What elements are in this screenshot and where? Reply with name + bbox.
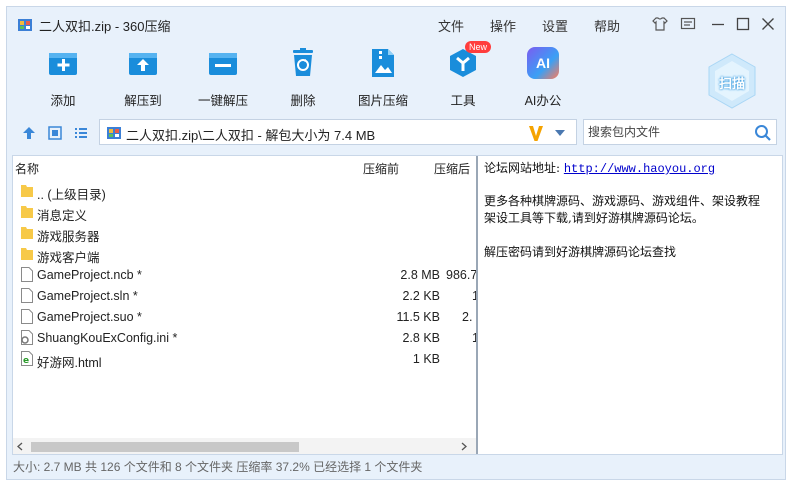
table-row[interactable]: GameProject.suo * 11.5 KB 2. <box>13 306 476 327</box>
chevron-down-icon[interactable] <box>554 129 566 137</box>
thumbnail-view-icon[interactable] <box>47 125 63 141</box>
menu-help[interactable]: 帮助 <box>594 16 620 35</box>
forum-url-link[interactable]: http://www.haoyou.org <box>564 162 715 176</box>
title-bar: 二人双扣.zip - 360压缩 文件 操作 设置 帮助 <box>7 7 785 37</box>
table-row[interactable]: GameProject.sln * 2.2 KB 1 <box>13 285 476 306</box>
new-badge: New <box>465 41 492 53</box>
main-toolbar: 添加 解压到 一键解压 删除 图片压缩 New 工具 AI AI办公 <box>7 41 785 115</box>
table-row[interactable]: e 好游网.html 1 KB <box>13 348 476 370</box>
zip-archive-icon <box>107 127 121 139</box>
config-file-icon <box>21 330 33 345</box>
ai-office-icon: AI <box>527 47 559 79</box>
file-icon <box>21 309 33 324</box>
maximize-icon[interactable] <box>734 15 752 33</box>
close-icon[interactable] <box>759 15 777 33</box>
archive-comment-pane: 论坛网站地址: http://www.haoyou.org 更多各种棋牌源码、游… <box>478 156 782 454</box>
file-icon <box>21 267 33 282</box>
horizontal-scrollbar[interactable] <box>13 438 476 454</box>
menu-file[interactable]: 文件 <box>438 16 464 35</box>
up-arrow-icon[interactable] <box>21 125 37 141</box>
table-row[interactable]: 游戏客户端 <box>13 243 476 265</box>
skin-shirt-icon[interactable] <box>651 15 669 33</box>
table-row[interactable]: ShuangKouExConfig.ini * 2.8 KB 1 <box>13 327 476 348</box>
one-click-extract-button[interactable]: 一键解压 <box>191 45 255 113</box>
column-name[interactable]: 名称 <box>15 160 39 177</box>
one-click-extract-icon <box>209 53 237 75</box>
search-box <box>583 119 777 145</box>
menu-settings[interactable]: 设置 <box>542 16 568 35</box>
scroll-right-icon[interactable] <box>460 442 468 451</box>
comment-line-password: 解压密码请到好游棋牌源码论坛查找 <box>484 245 677 259</box>
app-window: 二人双扣.zip - 360压缩 文件 操作 设置 帮助 添加 解压到 一键解压… <box>6 6 786 480</box>
column-size[interactable]: 压缩前 <box>363 160 399 177</box>
window-title: 二人双扣.zip - 360压缩 <box>39 19 171 34</box>
status-bar: 大小: 2.7 MB 共 126 个文件和 8 个文件夹 压缩率 37.2% 已… <box>13 460 423 474</box>
scroll-left-icon[interactable] <box>16 442 24 451</box>
table-row[interactable]: GameProject.ncb * 2.8 MB 986.7 <box>13 264 476 285</box>
image-compress-button[interactable]: 图片压缩 <box>351 45 415 113</box>
column-packed[interactable]: 压缩后 <box>434 160 470 177</box>
file-icon <box>21 288 33 303</box>
extract-to-icon <box>129 53 157 75</box>
table-row[interactable]: .. (上级目录) <box>13 180 476 202</box>
feedback-icon[interactable] <box>679 15 697 33</box>
tools-button[interactable]: New 工具 <box>431 41 495 113</box>
html-file-icon: e <box>21 351 33 366</box>
table-row[interactable]: 游戏服务器 <box>13 222 476 244</box>
path-field[interactable]: 二人双扣.zip\二人双扣 - 解包大小为 7.4 MB <box>99 119 577 145</box>
address-bar: 二人双扣.zip\二人双扣 - 解包大小为 7.4 MB <box>7 119 785 147</box>
add-button[interactable]: 添加 <box>31 45 95 113</box>
table-row[interactable]: 消息定义 <box>13 201 476 223</box>
svg-text:e: e <box>23 356 29 366</box>
delete-button[interactable]: 删除 <box>271 45 335 113</box>
path-text: 二人双扣.zip\二人双扣 - 解包大小为 7.4 MB <box>126 128 376 143</box>
minimize-icon[interactable] <box>709 15 727 33</box>
image-compress-icon <box>372 49 394 77</box>
delete-icon <box>293 48 313 76</box>
forum-url-label: 论坛网站地址: <box>484 161 564 175</box>
add-icon <box>49 53 77 75</box>
comment-line-tools: 架设工具等下载,请到好游棋牌源码论坛。 <box>484 211 704 225</box>
folder-icon <box>21 185 33 197</box>
list-view-icon[interactable] <box>73 125 89 141</box>
verified-v-icon[interactable] <box>528 123 544 143</box>
folder-icon <box>21 248 33 260</box>
file-list: 名称 压缩前 压缩后 .. (上级目录) 消息定义 游戏服务器 游戏客户端 Ga… <box>13 156 476 454</box>
scrollbar-thumb[interactable] <box>31 442 299 452</box>
scan-button[interactable]: 扫描 <box>707 53 757 109</box>
content-area: 名称 压缩前 压缩后 .. (上级目录) 消息定义 游戏服务器 游戏客户端 Ga… <box>12 155 783 455</box>
zip-archive-icon <box>18 19 32 31</box>
extract-to-button[interactable]: 解压到 <box>111 45 175 113</box>
comment-line-downloads: 更多各种棋牌源码、游戏源码、游戏组件、架设教程 <box>484 194 761 208</box>
menu-operation[interactable]: 操作 <box>490 16 516 35</box>
search-icon[interactable] <box>754 124 772 142</box>
search-input[interactable] <box>588 123 748 141</box>
folder-icon <box>21 206 33 218</box>
folder-icon <box>21 227 33 239</box>
ai-office-button[interactable]: AI AI办公 <box>511 45 575 113</box>
